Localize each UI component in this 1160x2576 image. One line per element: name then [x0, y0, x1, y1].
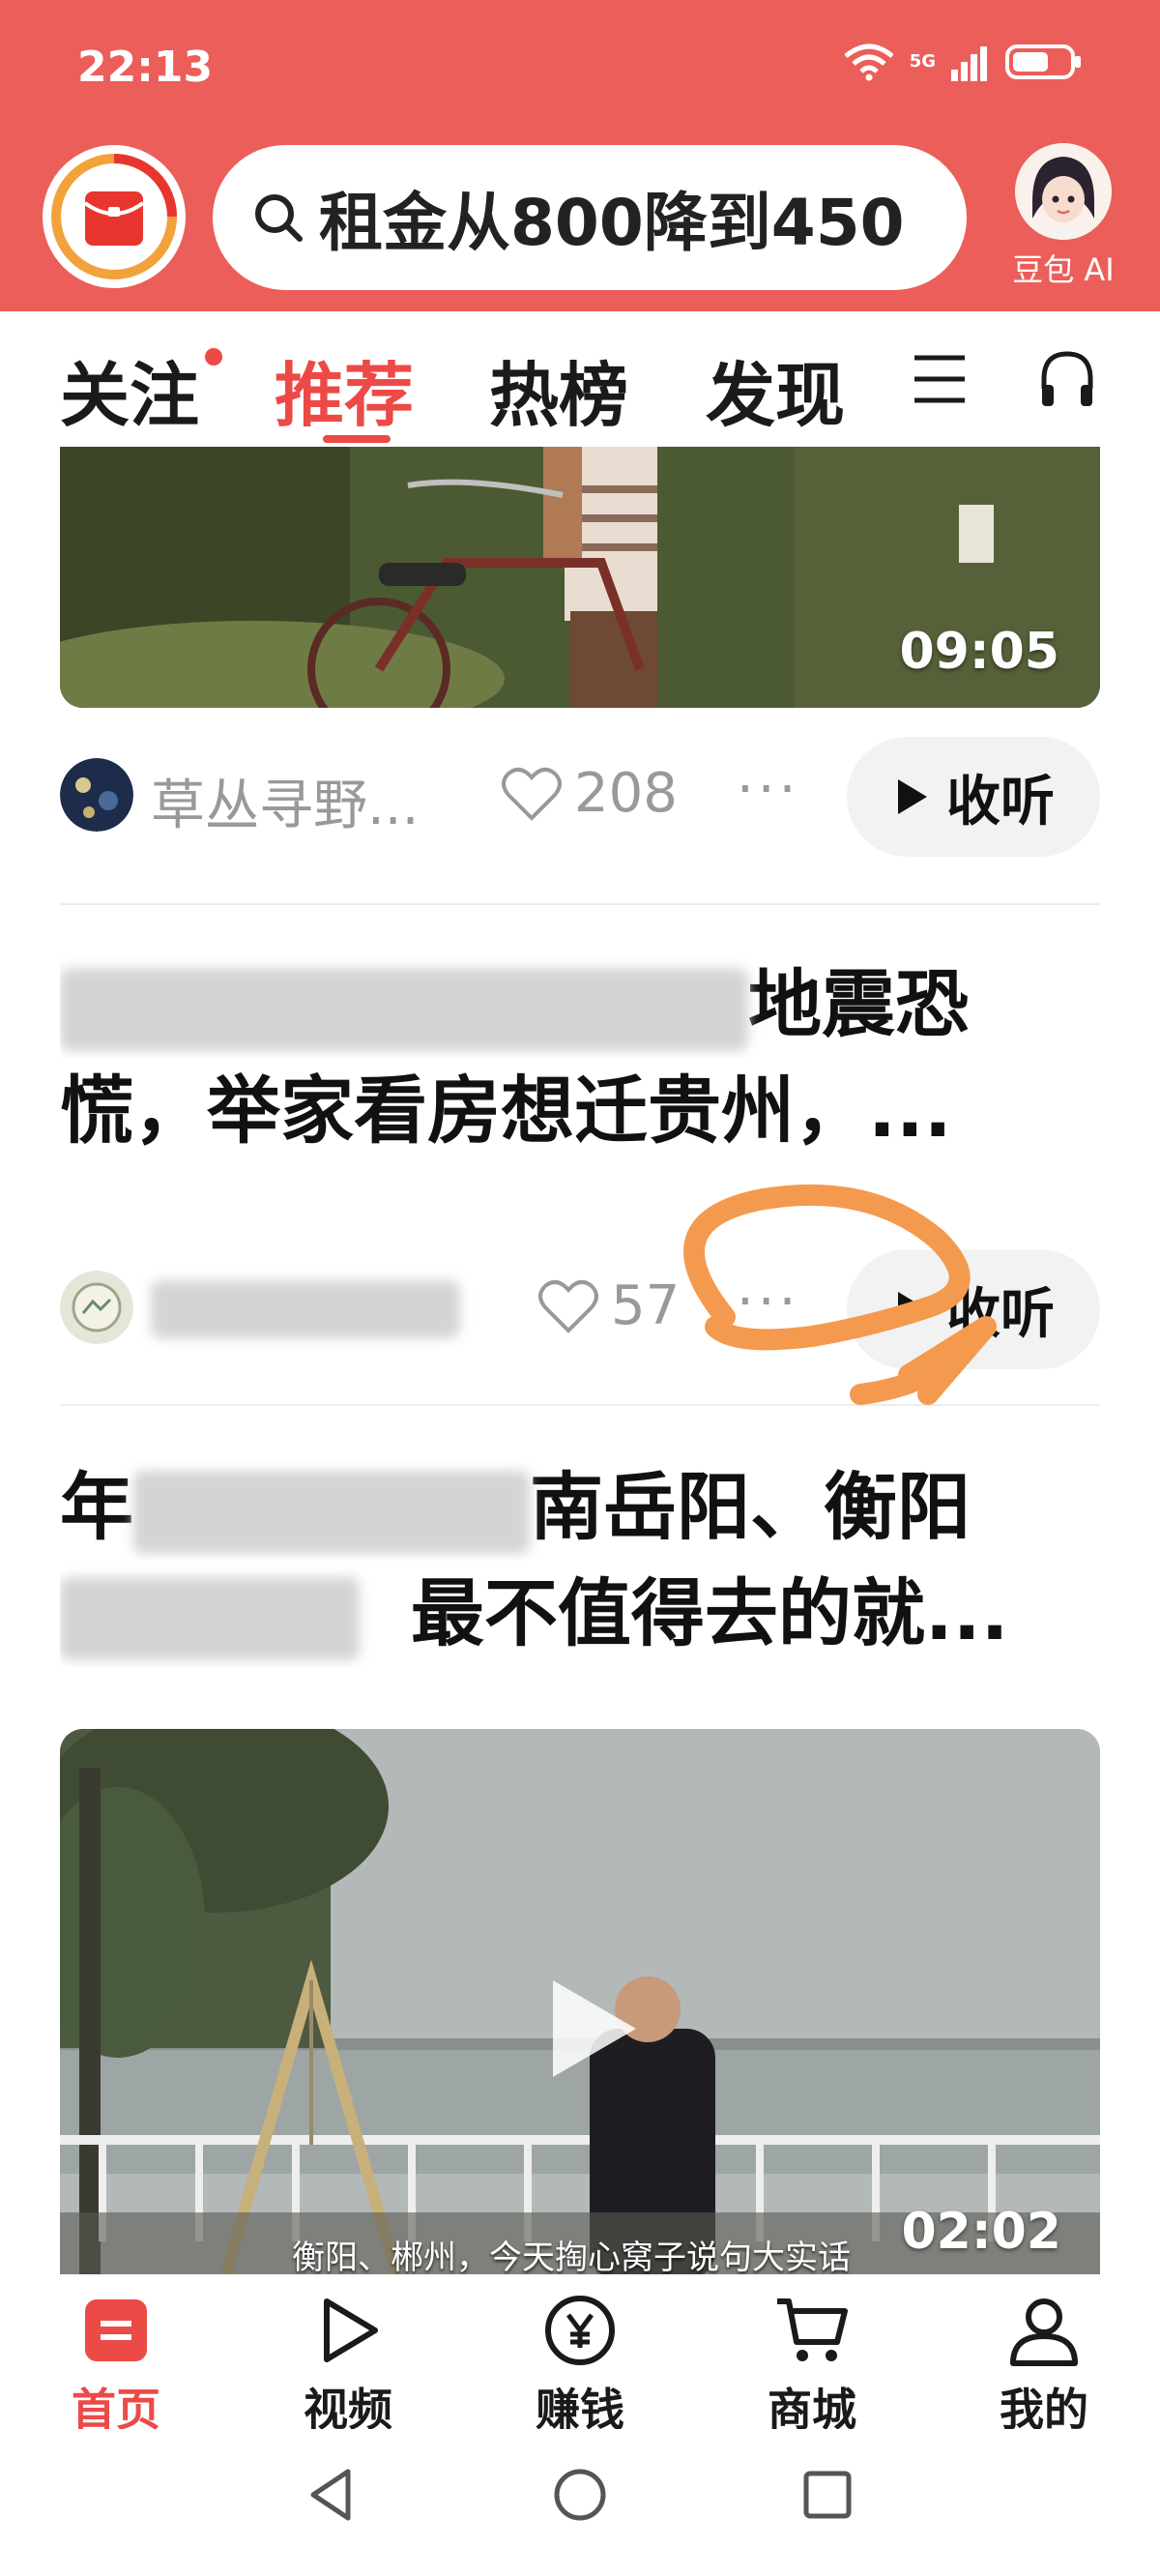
status-icons: 5G — [842, 43, 1083, 81]
red-envelope-icon — [51, 154, 177, 279]
author-avatar-image — [60, 1271, 133, 1344]
redacted-text — [60, 1577, 360, 1660]
recent-apps-icon[interactable] — [802, 2470, 853, 2520]
channel-tabs: 关注 推荐 热榜 发现 — [0, 311, 1160, 447]
ai-avatar — [1015, 143, 1112, 240]
redacted-text — [133, 1471, 530, 1554]
yuan-coin-icon — [541, 2292, 619, 2369]
ai-label: 豆包 AI — [1012, 251, 1115, 288]
video-thumbnail[interactable]: 09:05 — [60, 447, 1100, 708]
app-header: 22:13 5G 租金从800降到450 豆包 AI — [0, 0, 1160, 311]
video-subtitle: 衡阳、郴州，今天掏心窝子说句大实话 — [292, 2239, 851, 2274]
author-avatar[interactable] — [60, 1271, 133, 1344]
listen-label: 收听 — [946, 770, 1055, 834]
video-duration: 02:02 — [901, 2203, 1061, 2261]
title-visible-part: 南岳阳、衡阳 — [530, 1464, 971, 1550]
status-bar: 22:13 5G — [0, 0, 1160, 135]
cart-icon — [773, 2292, 851, 2369]
redacted-text — [60, 968, 748, 1051]
heart-icon — [502, 767, 562, 821]
network-type: 5G — [909, 51, 936, 72]
tab-follow[interactable]: 关注 — [60, 338, 199, 440]
nav-video[interactable]: 视频 — [271, 2292, 425, 2439]
signal-icon — [951, 46, 987, 81]
search-bar[interactable]: 租金从800降到450 — [213, 145, 967, 290]
title-line-2: 慌，举家看房想迁贵州，... — [60, 1068, 952, 1154]
headphones-icon[interactable] — [1038, 348, 1096, 410]
tab-hot-list[interactable]: 热榜 — [489, 338, 628, 440]
video-thumbnail[interactable]: 衡阳、郴州，今天掏心窝子说句大实话 02:02 — [60, 1729, 1100, 2274]
play-triangle-icon — [898, 779, 927, 814]
search-icon — [255, 194, 303, 242]
video-play-icon — [309, 2292, 387, 2369]
app-logo[interactable] — [43, 145, 186, 288]
new-content-dot — [205, 348, 222, 366]
nav-mall[interactable]: 商城 — [735, 2292, 889, 2439]
author-avatar[interactable] — [60, 758, 133, 832]
like-count: 208 — [574, 762, 678, 825]
like-button[interactable]: 208 — [501, 762, 678, 825]
news-feed[interactable]: 09:05 草丛寻野... 208 ··· 收听 地震恐 慌，举家看房想迁贵州，… — [0, 447, 1160, 2274]
play-icon[interactable] — [530, 1971, 646, 2087]
home-circle-icon[interactable] — [553, 2468, 607, 2522]
channel-menu-icon[interactable] — [913, 352, 967, 406]
title-visible-part: 地震恐 — [748, 961, 969, 1047]
tab-recommend[interactable]: 推荐 — [275, 338, 414, 440]
nav-profile[interactable]: 我的 — [967, 2292, 1121, 2439]
author-avatar-image — [60, 758, 133, 832]
wifi-icon — [844, 44, 894, 81]
article-title[interactable]: 地震恐 慌，举家看房想迁贵州，... — [60, 951, 1100, 1164]
article-title[interactable]: 年南岳阳、衡阳 最不值得去的就... — [60, 1454, 1100, 1667]
doubao-ai-button[interactable]: 豆包 AI — [996, 143, 1131, 298]
video-duration: 09:05 — [899, 623, 1059, 681]
title-visible-part-2: 最不值得去的就... — [410, 1570, 1009, 1656]
tab-discover[interactable]: 发现 — [706, 338, 845, 440]
item1-meta-row: 草丛寻野... 208 ··· 收听 — [60, 719, 1100, 857]
more-options-icon[interactable]: ··· — [737, 758, 799, 821]
active-tab-indicator — [323, 435, 391, 443]
battery-icon — [1005, 44, 1081, 79]
listen-button[interactable]: 收听 — [847, 737, 1100, 857]
ai-assistant-avatar-icon — [1015, 143, 1112, 240]
nav-home[interactable]: 首页 — [39, 2292, 193, 2439]
feed-divider — [60, 903, 1100, 905]
bottom-navigation: 首页 视频 赚钱 商城 我的 — [0, 2274, 1160, 2436]
hand-drawn-arrow-annotation — [683, 1184, 997, 1405]
heart-icon — [538, 1279, 598, 1333]
author-name[interactable]: 草丛寻野... — [151, 762, 419, 840]
profile-icon — [1005, 2292, 1083, 2369]
search-suggestion-text: 租金从800降到450 — [319, 186, 905, 260]
nav-earn[interactable]: 赚钱 — [503, 2292, 657, 2439]
author-name-redacted — [151, 1274, 460, 1338]
back-icon[interactable] — [307, 2468, 354, 2522]
home-icon — [77, 2292, 155, 2369]
status-time: 22:13 — [77, 43, 214, 92]
system-navigation-bar — [0, 2429, 1160, 2576]
